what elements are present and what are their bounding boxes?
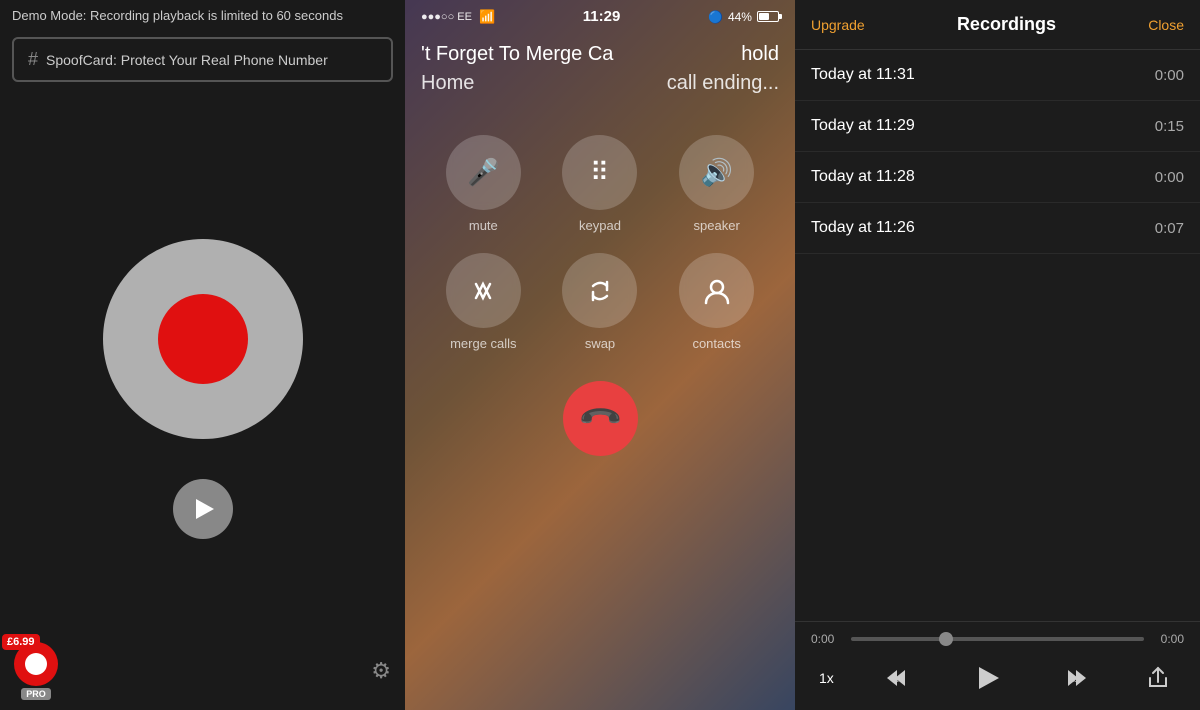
mute-circle: 🎤: [446, 135, 521, 210]
speaker-icon: 🔊: [700, 157, 732, 188]
play-button[interactable]: [173, 479, 233, 539]
battery-icon: [757, 11, 779, 22]
svg-text:15: 15: [1071, 677, 1079, 684]
call-bottom-right: call ending...: [667, 72, 779, 95]
forward-icon: 15: [1060, 664, 1088, 692]
call-bottom-row: Home call ending...: [421, 72, 779, 95]
speaker-button[interactable]: 🔊 speaker: [668, 135, 765, 233]
mute-button[interactable]: 🎤 mute: [435, 135, 532, 233]
merge-calls-label: merge calls: [450, 336, 516, 351]
recording-item[interactable]: Today at 11:26 0:07: [795, 203, 1200, 254]
recording-item[interactable]: Today at 11:31 0:00: [795, 50, 1200, 101]
speaker-circle: 🔊: [679, 135, 754, 210]
price-tag: £6.99: [2, 634, 40, 650]
contacts-label: contacts: [692, 336, 740, 351]
spoof-card[interactable]: # SpoofCard: Protect Your Real Phone Num…: [12, 37, 393, 82]
recording-timestamp: Today at 11:26: [811, 219, 915, 237]
keypad-label: keypad: [579, 218, 621, 233]
battery-fill: [759, 13, 769, 20]
record-button[interactable]: [158, 294, 248, 384]
keypad-circle: ⠿: [562, 135, 637, 210]
keypad-button[interactable]: ⠿ keypad: [552, 135, 649, 233]
call-bottom-left: Home: [421, 72, 474, 95]
call-top-row: 't Forget To Merge Ca hold: [421, 43, 779, 66]
contacts-button[interactable]: contacts: [668, 253, 765, 351]
contacts-circle: [679, 253, 754, 328]
recording-timestamp: Today at 11:29: [811, 117, 915, 135]
current-time: 0:00: [811, 632, 843, 646]
end-call-icon: 📞: [576, 395, 624, 443]
upgrade-button[interactable]: Upgrade: [811, 17, 865, 33]
recording-timestamp: Today at 11:31: [811, 66, 915, 84]
spoof-card-text: SpoofCard: Protect Your Real Phone Numbe…: [46, 52, 328, 68]
swap-circle: [562, 253, 637, 328]
swap-label: swap: [585, 336, 615, 351]
right-panel: Upgrade Recordings Close Today at 11:31 …: [795, 0, 1200, 710]
recording-duration: 0:00: [1155, 67, 1184, 84]
record-outer-circle[interactable]: [103, 239, 303, 439]
svg-text:15: 15: [895, 677, 903, 684]
speaker-label: speaker: [694, 218, 740, 233]
merge-circle: [446, 253, 521, 328]
left-panel: Demo Mode: Recording playback is limited…: [0, 0, 405, 710]
end-time: 0:00: [1152, 632, 1184, 646]
end-call-area: 📞: [405, 381, 795, 456]
merge-icon: [468, 276, 498, 306]
call-info: 't Forget To Merge Ca hold Home call end…: [405, 33, 795, 105]
pro-badge: PRO: [21, 688, 51, 700]
play-icon: [979, 667, 999, 689]
hash-icon: #: [28, 49, 38, 70]
price-badge[interactable]: £6.99 PRO: [14, 642, 58, 700]
recordings-header: Upgrade Recordings Close: [795, 0, 1200, 50]
bottom-bar: £6.99 PRO ⚙: [0, 632, 405, 710]
share-icon: [1146, 666, 1170, 690]
forward-button[interactable]: 15: [1056, 660, 1092, 696]
merge-calls-button[interactable]: merge calls: [435, 253, 532, 351]
share-button[interactable]: [1140, 660, 1176, 696]
phone-screen: ●●●○○ EE 📶 11:29 🔵 44% 't Forget To Merg…: [405, 0, 795, 710]
bluetooth-icon: 🔵: [708, 10, 723, 24]
mute-icon: 🎤: [467, 157, 499, 188]
call-buttons-grid: 🎤 mute ⠿ keypad 🔊 speaker: [405, 105, 795, 371]
recordings-list: Today at 11:31 0:00 Today at 11:29 0:15 …: [795, 50, 1200, 621]
rewind-button[interactable]: 15: [881, 660, 917, 696]
call-top-right: hold: [741, 43, 779, 66]
playback-play-button[interactable]: [965, 656, 1009, 700]
demo-banner: Demo Mode: Recording playback is limited…: [0, 0, 405, 31]
price-dot: [25, 653, 47, 675]
mute-label: mute: [469, 218, 498, 233]
recordings-title: Recordings: [957, 14, 1056, 35]
status-time: 11:29: [583, 8, 621, 25]
recording-item[interactable]: Today at 11:28 0:00: [795, 152, 1200, 203]
keypad-icon: ⠿: [590, 157, 610, 188]
recording-duration: 0:00: [1155, 169, 1184, 186]
end-call-button[interactable]: 📞: [563, 381, 638, 456]
battery-tip: [779, 14, 782, 19]
status-bar: ●●●○○ EE 📶 11:29 🔵 44%: [405, 0, 795, 33]
recording-duration: 0:07: [1155, 220, 1184, 237]
wifi-icon: 📶: [479, 9, 495, 25]
playback-bar: 0:00 0:00 1x 15 15: [795, 621, 1200, 710]
close-button[interactable]: Close: [1148, 17, 1184, 33]
recording-timestamp: Today at 11:28: [811, 168, 915, 186]
gear-icon[interactable]: ⚙: [371, 658, 391, 684]
swap-button[interactable]: swap: [552, 253, 649, 351]
call-top-left: 't Forget To Merge Ca: [421, 43, 613, 66]
play-icon: [196, 499, 214, 519]
carrier-dots: ●●●○○ EE: [421, 11, 472, 23]
record-area: [0, 88, 405, 710]
swap-icon: [583, 274, 617, 308]
speed-button[interactable]: 1x: [819, 670, 834, 686]
status-right: 🔵 44%: [708, 10, 779, 24]
progress-thumb[interactable]: [939, 632, 953, 646]
playback-controls: 1x 15 15: [811, 656, 1184, 700]
contacts-icon: [701, 275, 733, 307]
recording-item[interactable]: Today at 11:29 0:15: [795, 101, 1200, 152]
carrier-info: ●●●○○ EE 📶: [421, 9, 495, 25]
recording-duration: 0:15: [1155, 118, 1184, 135]
progress-track[interactable]: [851, 637, 1144, 641]
rewind-icon: 15: [885, 664, 913, 692]
battery-pct: 44%: [728, 10, 752, 24]
progress-row: 0:00 0:00: [811, 632, 1184, 646]
